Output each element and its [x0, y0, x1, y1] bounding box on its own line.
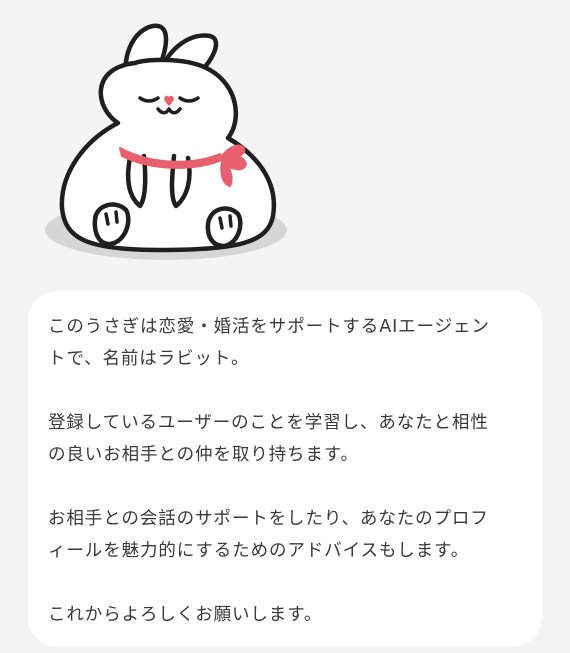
right-foot	[205, 206, 243, 249]
intro-message-bubble: このうさぎは恋愛・婚活をサポートするAIエージェン トで、名前はラビット。 登録…	[28, 291, 542, 647]
left-foot	[92, 202, 131, 247]
intro-paragraph-greeting: これからよろしくお願いします。	[48, 605, 323, 625]
intro-paragraph-matching: 登録しているユーザーのことを学習し、あなたと相性 の良いお相手との仲を取り持ちま…	[48, 413, 489, 465]
rabbit-mascot-icon	[40, 8, 300, 270]
intro-paragraph-support: お相手との会話のサポートをしたり、あなたのプロフ ィールを魅力的にするためのアド…	[48, 509, 489, 561]
intro-paragraph-about: このうさぎは恋愛・婚活をサポートするAIエージェン トで、名前はラビット。	[48, 317, 490, 369]
